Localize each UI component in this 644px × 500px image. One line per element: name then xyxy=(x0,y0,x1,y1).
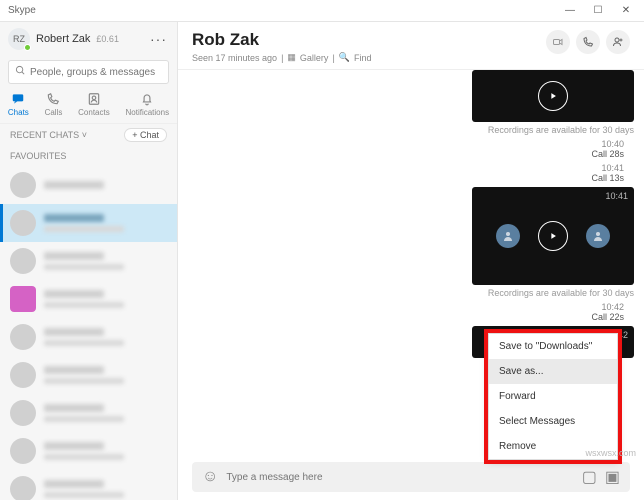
play-icon[interactable] xyxy=(538,81,568,111)
recording-caption: Recordings are available for 30 days xyxy=(488,125,634,135)
list-item[interactable] xyxy=(0,280,177,318)
emoji-icon[interactable]: ☺ xyxy=(202,468,218,486)
list-item[interactable] xyxy=(0,204,177,242)
search-field[interactable] xyxy=(30,67,162,78)
recording-card[interactable]: 10:41 xyxy=(472,187,634,285)
user-avatar: RZ xyxy=(8,28,30,50)
chat-panel: Rob Zak Seen 17 minutes ago| ▦ Gallery| … xyxy=(178,22,644,500)
title-bar: Skype — ☐ ✕ xyxy=(0,0,644,22)
contact-list xyxy=(0,166,177,500)
bell-icon xyxy=(139,92,155,106)
sidebar: RZ Robert Zak £0.61 ··· Chats Calls xyxy=(0,22,178,500)
contacts-icon xyxy=(86,92,102,106)
user-balance: £0.61 xyxy=(96,34,119,44)
favourites-header: FAVOURITES xyxy=(0,146,177,166)
chat-icon xyxy=(10,92,26,106)
list-item[interactable] xyxy=(0,356,177,394)
nav-tabs: Chats Calls Contacts Notifications xyxy=(0,88,177,123)
recording-card[interactable] xyxy=(472,70,634,122)
menu-forward[interactable]: Forward xyxy=(489,384,617,409)
menu-select-messages[interactable]: Select Messages xyxy=(489,409,617,434)
message-composer[interactable]: ☺ ▢ ▣ xyxy=(192,462,630,492)
message-input[interactable] xyxy=(226,472,573,483)
presence-dot xyxy=(24,44,31,51)
gallery-link[interactable]: Gallery xyxy=(300,53,329,63)
attach-file-icon[interactable]: ▣ xyxy=(605,467,620,487)
play-icon[interactable] xyxy=(538,221,568,251)
app-name: Skype xyxy=(4,5,36,16)
list-item[interactable] xyxy=(0,318,177,356)
recording-caption: Recordings are available for 30 days xyxy=(488,288,634,298)
search-input[interactable] xyxy=(8,60,169,84)
tab-chats[interactable]: Chats xyxy=(8,92,29,117)
participant-avatar xyxy=(496,224,520,248)
find-link[interactable]: Find xyxy=(354,53,372,63)
more-icon[interactable]: ··· xyxy=(150,31,169,47)
phone-icon xyxy=(45,92,61,106)
search-icon xyxy=(15,63,26,81)
call-entry: 10:42 Call 22s xyxy=(591,302,624,322)
menu-save-as[interactable]: Save as... xyxy=(489,359,617,384)
recent-chats-header: RECENT CHATS ˅ + Chat xyxy=(0,123,177,146)
time-badge: 10:41 xyxy=(605,191,628,201)
list-item[interactable] xyxy=(0,432,177,470)
user-name: Robert Zak xyxy=(36,33,90,45)
new-chat-button[interactable]: + Chat xyxy=(124,128,167,142)
minimize-button[interactable]: — xyxy=(556,0,584,22)
close-button[interactable]: ✕ xyxy=(612,0,640,22)
tab-calls[interactable]: Calls xyxy=(45,92,63,117)
list-item[interactable] xyxy=(0,470,177,500)
attach-contact-icon[interactable]: ▢ xyxy=(582,467,597,487)
maximize-button[interactable]: ☐ xyxy=(584,0,612,22)
list-item[interactable] xyxy=(0,166,177,204)
chat-header: Rob Zak Seen 17 minutes ago| ▦ Gallery| … xyxy=(178,22,644,70)
tab-notifications[interactable]: Notifications xyxy=(126,92,170,117)
call-entry: 10:41 Call 13s xyxy=(591,163,624,183)
list-item[interactable] xyxy=(0,242,177,280)
current-user-row[interactable]: RZ Robert Zak £0.61 ··· xyxy=(0,22,177,56)
context-menu[interactable]: Save to "Downloads" Save as... Forward S… xyxy=(488,333,618,460)
audio-call-button[interactable] xyxy=(576,30,600,54)
find-icon: 🔍 xyxy=(339,52,350,63)
participant-avatar xyxy=(586,224,610,248)
list-item[interactable] xyxy=(0,394,177,432)
add-people-button[interactable] xyxy=(606,30,630,54)
tab-contacts[interactable]: Contacts xyxy=(78,92,110,117)
video-call-button[interactable] xyxy=(546,30,570,54)
gallery-icon: ▦ xyxy=(287,52,296,63)
call-entry: 10:40 Call 28s xyxy=(591,139,624,159)
menu-save-downloads[interactable]: Save to "Downloads" xyxy=(489,334,617,359)
watermark: wsxwsx.com xyxy=(585,448,636,458)
